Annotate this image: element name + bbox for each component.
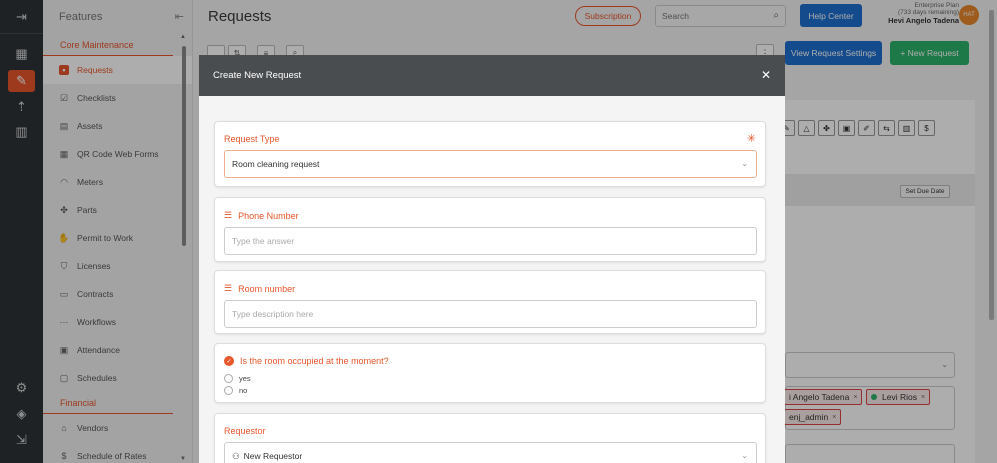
radio-label: no [239, 386, 248, 395]
requestor-label-text: Requestor [224, 426, 266, 436]
phone-number-card: ☰ Phone Number Type the answer [214, 197, 766, 262]
request-type-select[interactable]: Room cleaning request ⌄ [224, 150, 757, 178]
room-occupied-label: ✓ Is the room occupied at the moment? [224, 356, 389, 366]
chevron-down-icon: ⌄ [741, 159, 748, 168]
requestor-label: Requestor [224, 426, 266, 436]
room-number-label-text: Room number [238, 283, 296, 294]
radio-no[interactable]: no [224, 386, 247, 395]
text-lines-icon: ☰ [224, 283, 233, 293]
request-type-value: Room cleaning request [232, 159, 320, 169]
request-type-label-text: Request Type [224, 134, 280, 144]
radio-label: yes [239, 374, 251, 383]
phone-number-label-text: Phone Number [238, 210, 299, 221]
room-occupied-card: ✓ Is the room occupied at the moment? ye… [214, 343, 766, 403]
modal-header: Create New Request ✕ [199, 55, 785, 96]
request-type-card: Request Type ✳ Room cleaning request ⌄ [214, 121, 766, 187]
close-icon[interactable]: ✕ [761, 68, 771, 82]
required-icon: ✳ [746, 133, 756, 145]
robot-icon: ⚇ [232, 450, 240, 461]
request-type-label: Request Type [224, 134, 279, 144]
phone-number-label: ☰ Phone Number [224, 210, 299, 221]
radio-yes[interactable]: yes [224, 374, 251, 383]
create-request-modal: Create New Request ✕ Request Type ✳ Room… [199, 55, 785, 463]
room-number-label: ☰ Room number [224, 283, 295, 294]
radio-circle[interactable] [224, 386, 233, 395]
check-circle-icon: ✓ [224, 356, 234, 366]
text-lines-icon: ☰ [224, 210, 233, 220]
room-number-card: ☰ Room number Type description here [214, 270, 766, 334]
room-number-input[interactable]: Type description here [224, 300, 757, 328]
phone-number-placeholder: Type the answer [232, 236, 295, 246]
radio-circle[interactable] [224, 374, 233, 383]
room-number-placeholder: Type description here [232, 309, 314, 319]
requestor-select[interactable]: ⚇ New Requestor ⌄ [224, 442, 757, 463]
requestor-value: New Requestor [243, 451, 303, 461]
room-occupied-label-text: Is the room occupied at the moment? [240, 356, 389, 366]
chevron-down-icon: ⌄ [741, 451, 748, 460]
modal-title: Create New Request [213, 70, 302, 81]
requestor-card: Requestor ⚇ New Requestor ⌄ [214, 413, 766, 463]
phone-number-input[interactable]: Type the answer [224, 227, 757, 255]
